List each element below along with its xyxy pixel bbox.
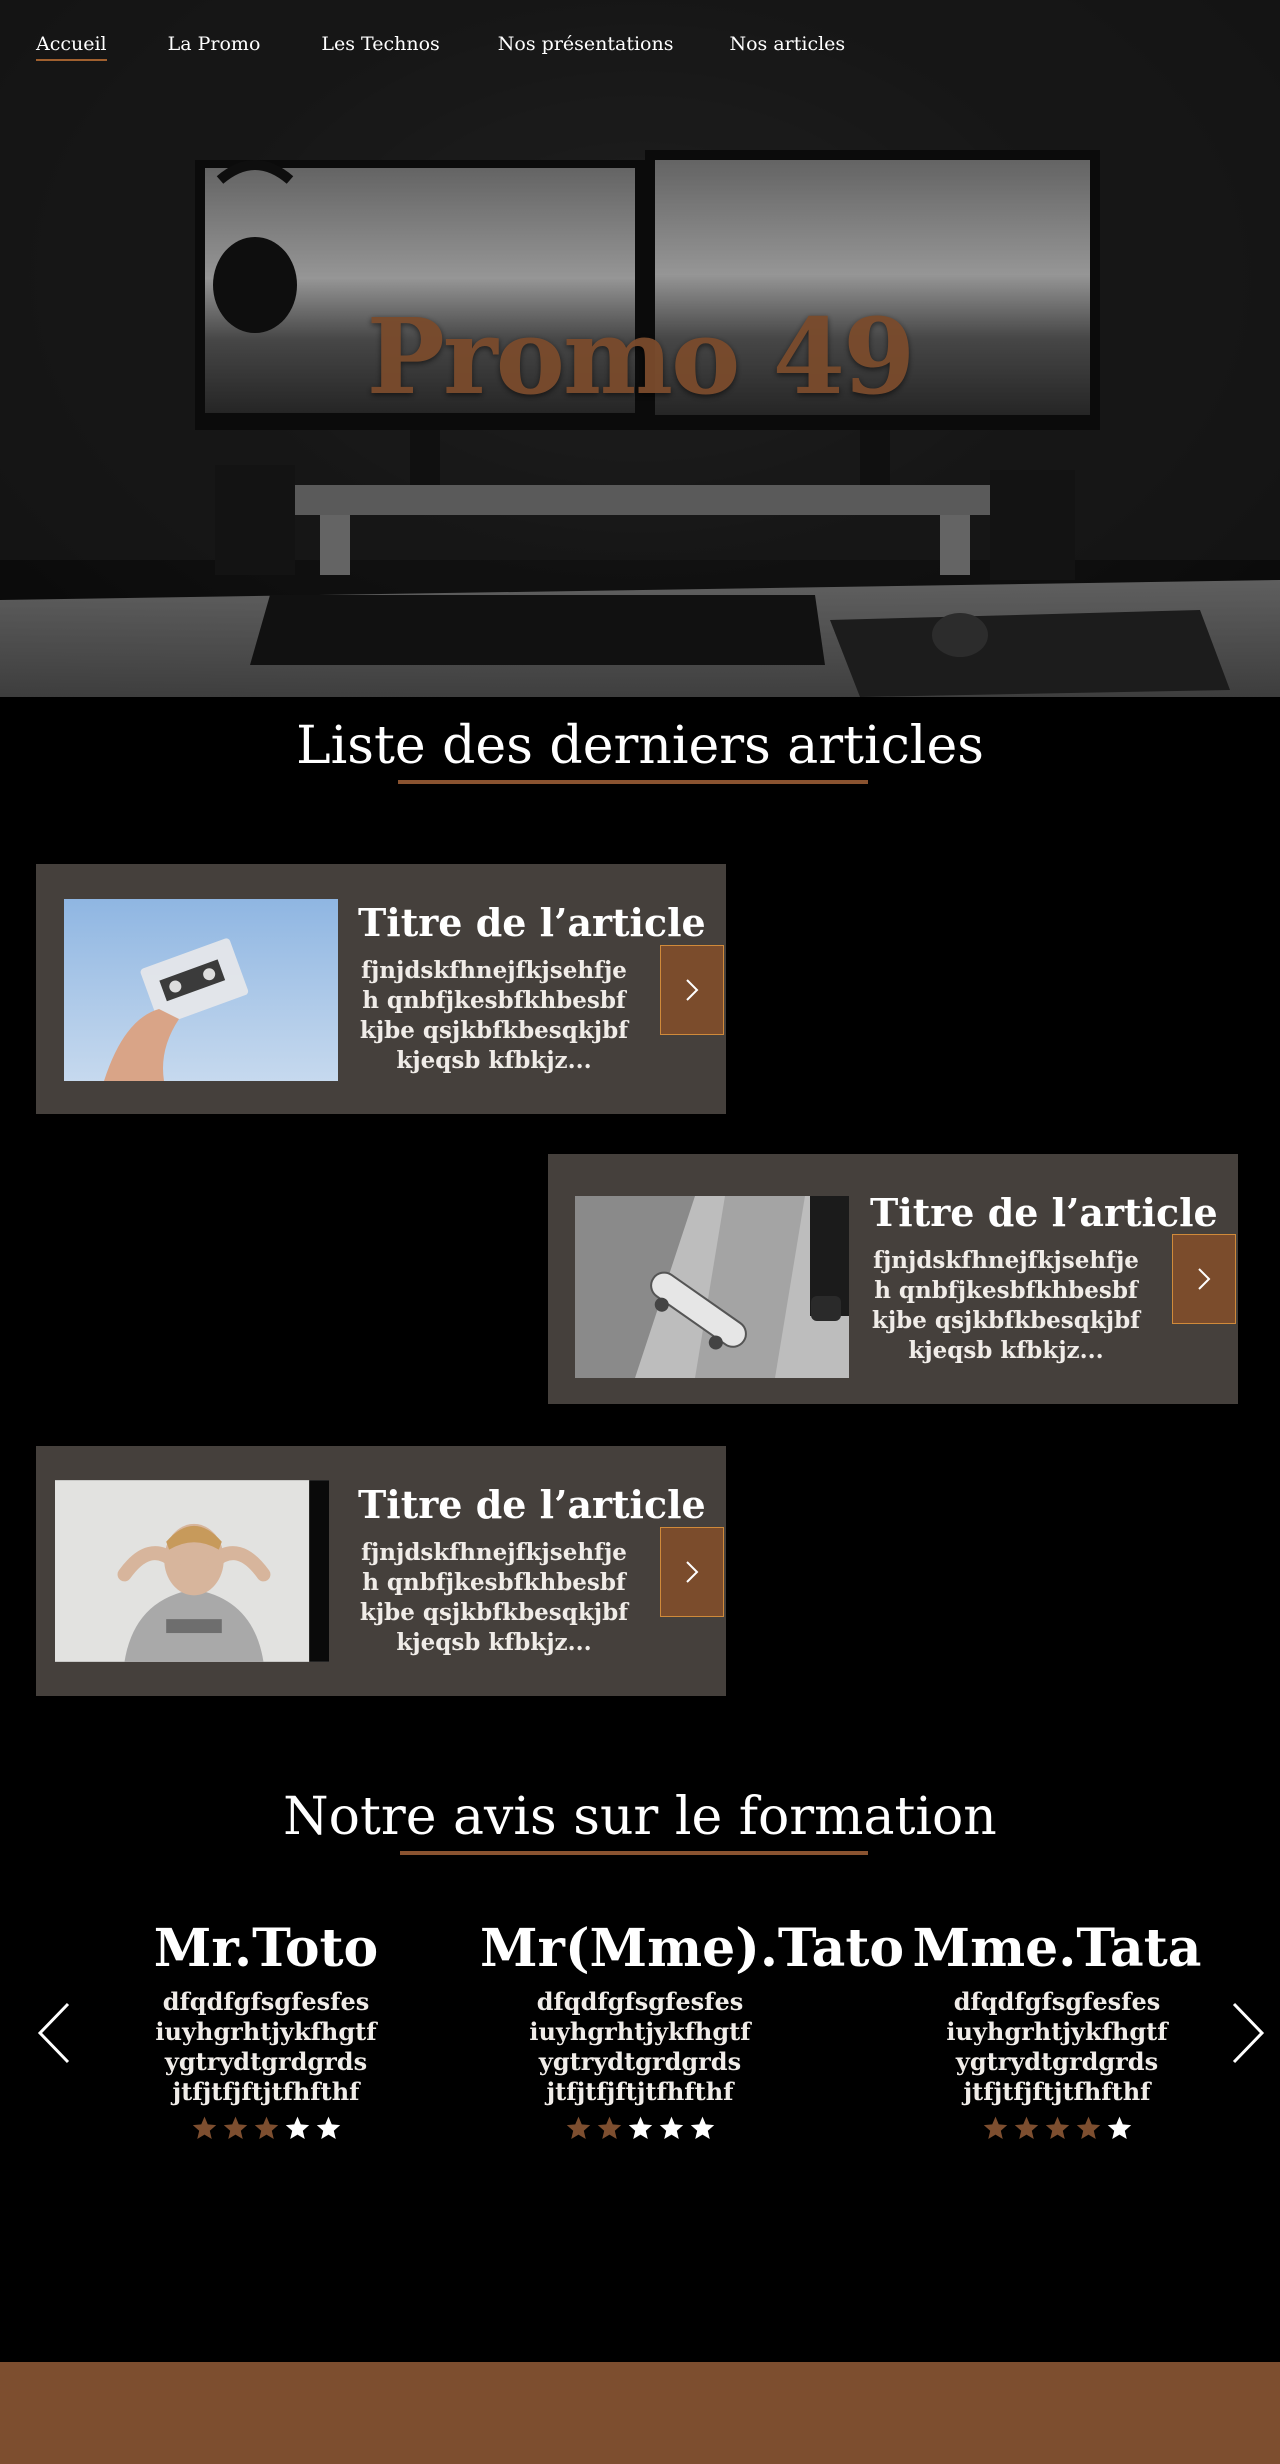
review-card: Mr(Mme).Tato dfqdfgfsgfesfes iuyhgrhtjyk…: [480, 1918, 905, 2141]
article-read-more-button[interactable]: [1172, 1234, 1236, 1324]
article-title: Titre de l’article: [358, 1482, 706, 1527]
article-image-skateboard: [575, 1196, 849, 1378]
footer: [0, 2362, 1280, 2464]
article-read-more-button[interactable]: [660, 1527, 724, 1617]
star-filled-icon: [983, 2116, 1007, 2140]
article-card: Titre de l’article fjnjdskfhnejfkjsehfje…: [548, 1154, 1238, 1404]
nav-item-nos-presentations[interactable]: Nos présentations: [498, 33, 674, 55]
star-filled-icon: [566, 2116, 590, 2140]
chevron-right-icon[interactable]: [1230, 2000, 1266, 2066]
review-text: dfqdfgfsgfesfes iuyhgrhtjykfhgtf ygtrydt…: [106, 1987, 426, 2107]
review-line: ygtrydtgrdgrds: [955, 2047, 1159, 2076]
star-filled-icon: [1045, 2116, 1069, 2140]
reviewer-name: Mr.Toto: [153, 1918, 379, 1979]
star-empty-icon: [628, 2116, 652, 2140]
article-excerpt: fjnjdskfhnejfkjsehfjeh qnbfjkesbfkhbesbf…: [871, 1247, 1141, 1364]
review-card: Mr.Toto dfqdfgfsgfesfes iuyhgrhtjykfhgtf…: [106, 1918, 426, 2141]
star-filled-icon: [254, 2116, 278, 2140]
review-line: jtfjtfjftjtfhfthf: [546, 2077, 734, 2106]
article-read-more-button[interactable]: [660, 945, 724, 1035]
review-line: ygtrydtgrdgrds: [538, 2047, 742, 2076]
nav-item-nos-articles[interactable]: Nos articles: [729, 33, 845, 55]
reviewer-name: Mr(Mme).Tato: [480, 1918, 905, 1979]
star-empty-icon: [285, 2116, 309, 2140]
rating-stars: [897, 2115, 1217, 2141]
star-filled-icon: [1076, 2116, 1100, 2140]
hero-title: Promo 49: [366, 295, 916, 418]
reviewer-name: Mme.Tata: [912, 1918, 1202, 1979]
review-line: iuyhgrhtjykfhgtf: [946, 2017, 1168, 2046]
article-card: Titre de l’article fjnjdskfhnejfkjsehfje…: [36, 864, 726, 1114]
star-filled-icon: [223, 2116, 247, 2140]
star-filled-icon: [1014, 2116, 1038, 2140]
star-filled-icon: [597, 2116, 621, 2140]
star-filled-icon: [192, 2116, 216, 2140]
article-image-person: [55, 1480, 329, 1662]
review-card: Mme.Tata dfqdfgfsgfesfes iuyhgrhtjykfhgt…: [897, 1918, 1217, 2141]
hero-banner: Accueil La Promo Les Technos Nos présent…: [0, 0, 1280, 697]
review-line: ygtrydtgrdgrds: [164, 2047, 368, 2076]
article-excerpt: fjnjdskfhnejfkjsehfjeh qnbfjkesbfkhbesbf…: [359, 957, 629, 1074]
review-text: dfqdfgfsgfesfes iuyhgrhtjykfhgtf ygtrydt…: [480, 1987, 800, 2107]
chevron-right-icon: [686, 979, 699, 1001]
nav-item-la-promo[interactable]: La Promo: [168, 33, 261, 55]
star-empty-icon: [316, 2116, 340, 2140]
review-text: dfqdfgfsgfesfes iuyhgrhtjykfhgtf ygtrydt…: [897, 1987, 1217, 2107]
nav-item-les-technos[interactable]: Les Technos: [321, 33, 439, 55]
review-line: jtfjtfjftjtfhfthf: [963, 2077, 1151, 2106]
article-excerpt: fjnjdskfhnejfkjsehfjeh qnbfjkesbfkhbesbf…: [359, 1539, 629, 1656]
review-line: dfqdfgfsgfesfes: [953, 1987, 1161, 2016]
chevron-right-icon: [686, 1561, 699, 1583]
article-card: Titre de l’article fjnjdskfhnejfkjsehfje…: [36, 1446, 726, 1696]
nav-item-accueil[interactable]: Accueil: [36, 33, 107, 61]
reviews-title-underline: [400, 1851, 868, 1855]
article-title: Titre de l’article: [358, 900, 706, 945]
star-empty-icon: [659, 2116, 683, 2140]
star-empty-icon: [690, 2116, 714, 2140]
review-line: jtfjtfjftjtfhfthf: [172, 2077, 360, 2106]
reviews-section-title: Notre avis sur le formation: [283, 1787, 997, 1847]
chevron-left-icon[interactable]: [36, 2000, 72, 2066]
star-empty-icon: [1107, 2116, 1131, 2140]
rating-stars: [480, 2115, 800, 2141]
articles-title-underline: [398, 780, 868, 784]
review-line: iuyhgrhtjykfhgtf: [155, 2017, 377, 2046]
review-line: dfqdfgfsgfesfes: [162, 1987, 370, 2016]
article-title: Titre de l’article: [870, 1190, 1218, 1235]
rating-stars: [106, 2115, 426, 2141]
review-line: dfqdfgfsgfesfes: [536, 1987, 744, 2016]
main-nav: Accueil La Promo Les Technos Nos présent…: [36, 33, 845, 61]
chevron-right-icon: [1198, 1268, 1211, 1290]
article-image-cassette: [64, 899, 338, 1081]
articles-section-title: Liste des derniers articles: [296, 716, 984, 776]
review-line: iuyhgrhtjykfhgtf: [529, 2017, 751, 2046]
